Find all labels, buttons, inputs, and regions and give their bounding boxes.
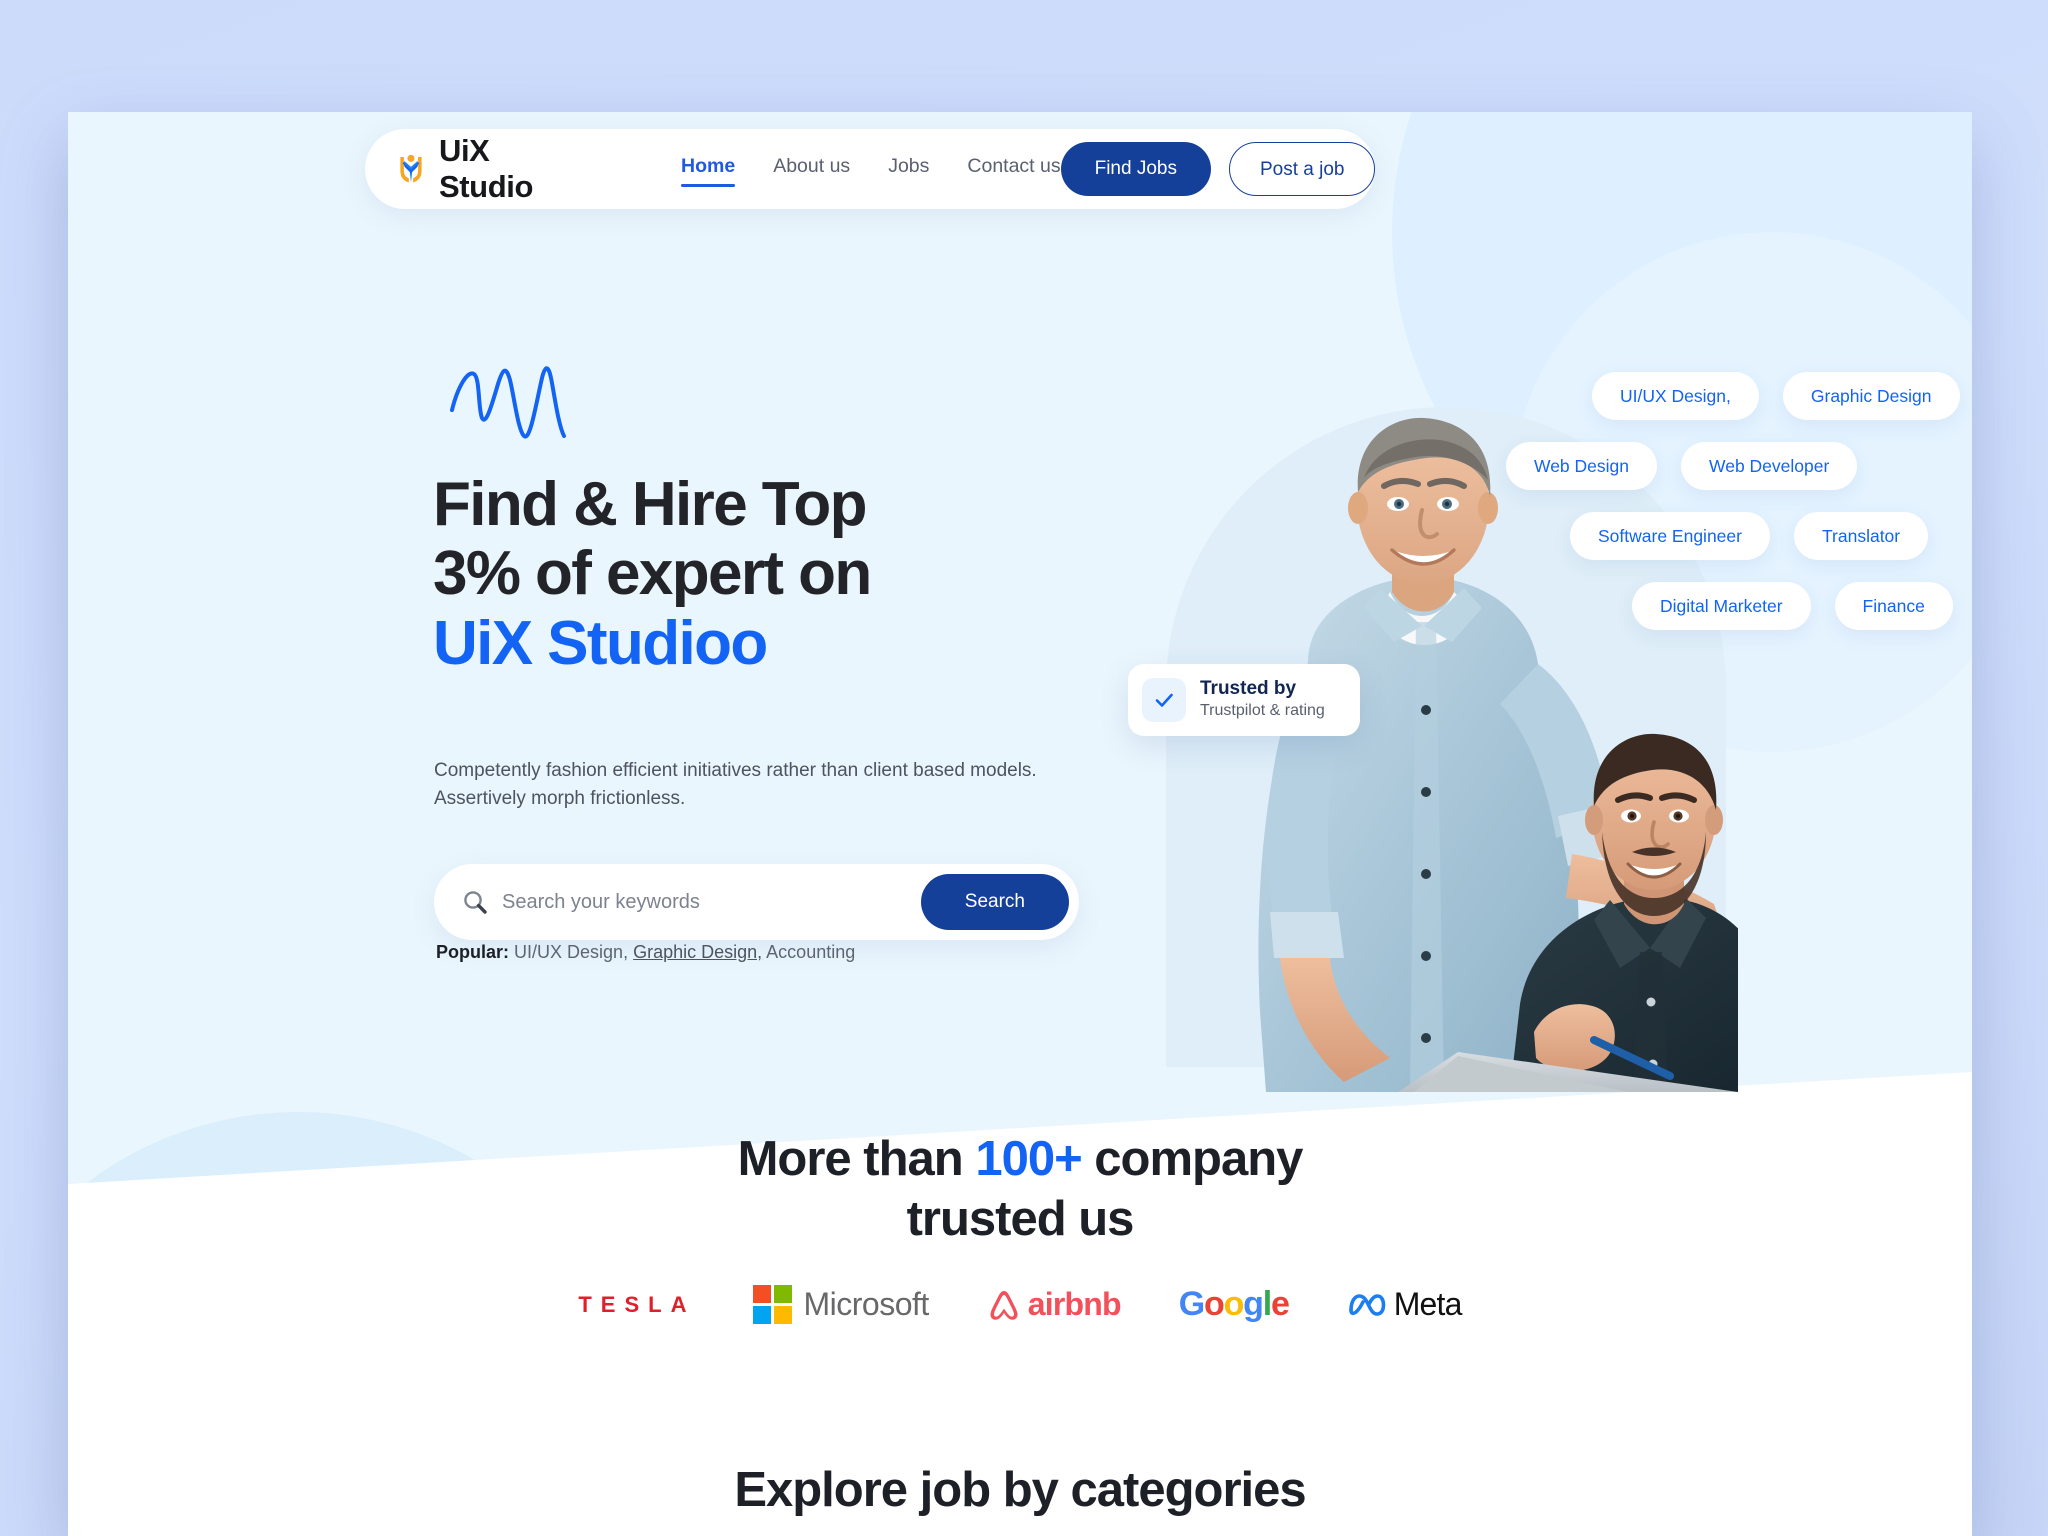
navbar: UiX Studio Home About us Jobs Contact us…	[365, 129, 1376, 209]
pill-row-2: Web Design Web Developer	[1506, 442, 1972, 490]
airbnb-logo-text: airbnb	[1027, 1286, 1122, 1322]
search-icon	[464, 891, 487, 914]
search-input[interactable]	[502, 890, 921, 914]
nav-link-jobs[interactable]: Jobs	[888, 155, 929, 184]
popular-item-2[interactable]: Accounting	[766, 942, 855, 962]
google-logo-icon: Google	[1178, 1285, 1290, 1324]
pill-ui-ux-design[interactable]: UI/UX Design,	[1592, 372, 1759, 420]
headline-line-2: 3% of expert on	[433, 539, 872, 609]
tesla-logo-icon: TESLA	[578, 1292, 695, 1318]
brand-logo[interactable]: UiX Studio	[394, 133, 547, 205]
trust-heading-post: company	[1081, 1132, 1303, 1186]
microsoft-logo-icon: Microsoft	[753, 1285, 929, 1324]
zigzag-squiggle-icon	[450, 366, 566, 439]
popular-searches: Popular: UI/UX Design, Graphic Design, A…	[436, 942, 855, 963]
pill-software-engineer[interactable]: Software Engineer	[1570, 512, 1770, 560]
pill-row-1: UI/UX Design, Graphic Design	[1592, 372, 1972, 420]
popular-label: Popular:	[436, 942, 510, 962]
pill-translator[interactable]: Translator	[1793, 512, 1929, 560]
trust-heading-line-2: trusted us	[906, 1191, 1135, 1246]
company-logos: TESLA Microsoft airbnb Google Meta	[68, 1285, 1972, 1324]
tesla-logo-text: TESLA	[578, 1291, 696, 1317]
google-logo-text: Google	[1178, 1285, 1290, 1323]
trust-heading-accent: 100+	[975, 1132, 1082, 1186]
trust-heading-pre: More than	[737, 1132, 976, 1186]
page-title: Find & Hire Top 3% of expert on UiX Stud…	[433, 470, 1073, 678]
headline-accent: UiX Studioo	[433, 608, 768, 678]
popular-item-1[interactable]: Graphic Design,	[633, 942, 762, 962]
pill-graphic-design[interactable]: Graphic Design	[1782, 372, 1960, 420]
brand-name: UiX Studio	[438, 133, 533, 204]
screenshot-root: UiX Studio Home About us Jobs Contact us…	[0, 0, 2048, 1536]
microsoft-logo-text: Microsoft	[803, 1286, 929, 1322]
meta-logo-icon: Meta	[1347, 1286, 1462, 1323]
pill-web-developer[interactable]: Web Developer	[1681, 442, 1858, 490]
post-a-job-button[interactable]: Post a job	[1228, 142, 1376, 196]
airbnb-mark-icon	[990, 1290, 1018, 1320]
nav-links: Home About us Jobs Contact us	[681, 155, 1061, 187]
trusted-by-subtitle: Trustpilot & rating	[1200, 702, 1325, 719]
landing-page: UiX Studio Home About us Jobs Contact us…	[68, 112, 1972, 1536]
nav-link-home[interactable]: Home	[681, 155, 736, 187]
meta-logo-text: Meta	[1393, 1286, 1463, 1322]
pill-digital-marketer[interactable]: Digital Marketer	[1632, 582, 1811, 630]
search-bar: Search	[434, 864, 1079, 940]
trusted-by-title: Trusted by	[1200, 678, 1297, 700]
nav-link-contact-us[interactable]: Contact us	[967, 155, 1060, 184]
pill-finance[interactable]: Finance	[1834, 582, 1953, 630]
pill-row-4: Digital Marketer Finance	[1632, 582, 1972, 630]
explore-categories-heading: Explore job by categories	[734, 1463, 1306, 1517]
airbnb-logo-icon: airbnb	[987, 1286, 1122, 1323]
microsoft-squares	[753, 1285, 793, 1324]
hero-subcopy: Competently fashion efficient initiative…	[434, 760, 1037, 810]
check-icon	[1142, 678, 1186, 722]
popular-item-0[interactable]: UI/UX Design,	[514, 942, 628, 962]
pill-row-3: Software Engineer Translator	[1570, 512, 1972, 560]
nav-link-about-us[interactable]: About us	[773, 155, 850, 184]
find-jobs-button[interactable]: Find Jobs	[1060, 142, 1211, 196]
uix-person-logo-icon	[400, 154, 422, 183]
headline-line-1: Find & Hire Top	[433, 470, 868, 539]
search-button[interactable]: Search	[920, 874, 1069, 930]
meta-infinity-icon	[1348, 1293, 1386, 1316]
trusted-by-card: Trusted by Trustpilot & rating	[1128, 664, 1360, 736]
nav-actions: Find Jobs Post a job	[1060, 142, 1376, 196]
pill-web-design[interactable]: Web Design	[1506, 442, 1658, 490]
trusted-companies-heading: More than 100+ company trusted us	[68, 1130, 1972, 1250]
category-pills: UI/UX Design, Graphic Design Web Design …	[1506, 372, 1972, 652]
